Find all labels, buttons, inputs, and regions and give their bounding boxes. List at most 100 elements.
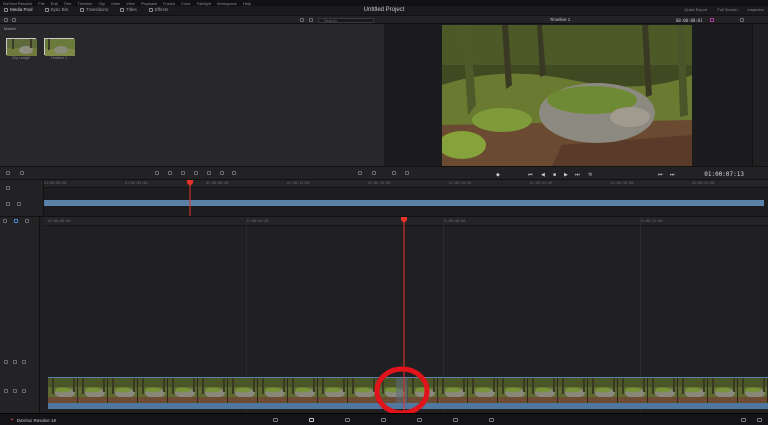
edit-tool-icon[interactable] — [155, 171, 159, 175]
viewer-frame[interactable] — [442, 25, 692, 166]
replace-clip-icon[interactable] — [220, 171, 224, 175]
quick-export-button[interactable]: Quick Export — [684, 7, 707, 12]
stop-icon[interactable]: ■ — [553, 172, 556, 178]
ruler-tick: 01:00:24:00 — [530, 181, 553, 185]
upper-timeline-controls — [0, 180, 44, 216]
media-page-icon[interactable] — [273, 418, 278, 422]
menu-timeline[interactable]: Timeline — [78, 1, 93, 6]
app-name: DaVinci Resolve 18 — [16, 417, 56, 423]
settings-icon[interactable] — [757, 418, 762, 422]
menu-help[interactable]: Help — [243, 1, 251, 6]
menu-edit[interactable]: Edit — [51, 1, 58, 6]
ruler-tick: 01:00:04:00 — [246, 219, 269, 223]
menu-workspace[interactable]: Workspace — [217, 1, 237, 6]
title-bar: Media Pool Sync Bin Transitions Titles E… — [0, 6, 768, 16]
viewer-options-icon[interactable] — [740, 18, 744, 22]
skip-start-icon[interactable]: ⏮ — [528, 172, 533, 178]
menu-mark[interactable]: Mark — [111, 1, 120, 6]
place-on-top-icon[interactable] — [232, 171, 236, 175]
insert-clip-icon[interactable] — [194, 171, 198, 175]
forest-thumbnail-icon — [7, 39, 37, 56]
menu-app[interactable]: DaVinci Resolve — [3, 1, 32, 6]
resolve-logo-icon: ✦ — [10, 417, 14, 422]
video-audio-icon[interactable] — [13, 389, 17, 393]
playhead-timecode: 01:00:07:13 — [704, 171, 744, 178]
upper-timeline[interactable]: 01:00:00:00 01:00:04:00 01:00:08:00 01:0… — [0, 180, 768, 216]
video-visibility-icon[interactable] — [22, 389, 26, 393]
loop-icon[interactable]: ⟲ — [588, 172, 592, 178]
forest-frame-icon — [442, 25, 692, 166]
full-screen-button[interactable]: Full Screen — [717, 7, 737, 12]
fit-icon[interactable] — [6, 202, 10, 206]
audio-icon[interactable] — [20, 171, 24, 175]
thumbnail-view-icon[interactable] — [309, 18, 313, 22]
menu-playback[interactable]: Playback — [141, 1, 157, 6]
go-to-previous-icon[interactable]: ⏮ — [658, 172, 663, 178]
app-brand: ✦ DaVinci Resolve 18 — [10, 417, 56, 423]
play-icon[interactable]: ▶ — [564, 172, 568, 178]
list-view-icon[interactable] — [4, 18, 8, 22]
previous-clip-icon[interactable]: ◆ — [496, 172, 500, 178]
deliver-page-icon[interactable] — [489, 418, 494, 422]
fusion-page-icon[interactable] — [381, 418, 386, 422]
audio-track-icon[interactable] — [13, 360, 17, 364]
lock-track-icon[interactable] — [4, 360, 8, 364]
play-reverse-icon[interactable]: ◀ — [541, 172, 545, 178]
ruler-tick: 01:00:08:00 — [206, 181, 229, 185]
upper-ruler[interactable]: 01:00:00:00 01:00:04:00 01:00:08:00 01:0… — [44, 180, 768, 188]
snap-toggle-icon[interactable] — [14, 219, 18, 223]
menu-trim[interactable]: Trim — [64, 1, 72, 6]
ruler-tick: 01:00:04:00 — [125, 181, 148, 185]
project-title: Untitled Project — [363, 7, 405, 13]
fairlight-page-icon[interactable] — [453, 418, 458, 422]
color-page-icon[interactable] — [417, 418, 422, 422]
zoom-out-icon[interactable] — [17, 202, 21, 206]
ruler-tick: 01:00:00:00 — [48, 219, 71, 223]
trim-tool-icon[interactable] — [168, 171, 172, 175]
clip-view-icon[interactable] — [6, 171, 10, 175]
upper-clip-track[interactable] — [44, 200, 764, 206]
bin-label: Master — [4, 26, 17, 31]
sort-icon[interactable] — [12, 18, 16, 22]
skip-end-icon[interactable]: ⏭ — [575, 172, 580, 178]
color-swatch-icon[interactable] — [710, 18, 714, 22]
timeline-thumbnail[interactable] — [44, 38, 75, 56]
snapping-icon[interactable] — [392, 171, 396, 175]
timeline-options-icon[interactable] — [3, 219, 7, 223]
overwrite-clip-icon[interactable] — [207, 171, 211, 175]
ruler-tick: 01:00:32:00 — [692, 181, 715, 185]
append-icon[interactable] — [358, 171, 362, 175]
home-icon[interactable] — [741, 418, 746, 422]
menu-fusion[interactable]: Fusion — [163, 1, 175, 6]
menu-fairlight[interactable]: Fairlight — [197, 1, 211, 6]
ruler-tick: 01:00:16:00 — [368, 181, 391, 185]
ruler-tick: 01:00:20:00 — [449, 181, 472, 185]
pool-toolbar: Search Timeline 1 00:00:00:01 — [0, 16, 768, 24]
search-input[interactable]: Search — [318, 17, 374, 23]
lower-timeline[interactable]: 01:00:00:00 01:00:04:00 01:00:08:00 01:0… — [0, 216, 768, 416]
upper-playhead[interactable] — [186, 180, 194, 216]
link-icon[interactable] — [405, 171, 409, 175]
track-height-icon[interactable] — [25, 219, 29, 223]
menu-file[interactable]: File — [38, 1, 44, 6]
go-to-next-icon[interactable]: ⏭ — [670, 172, 675, 178]
cut-page-icon[interactable] — [309, 418, 314, 422]
edit-page-icon[interactable] — [345, 418, 350, 422]
timeline-dropdown[interactable]: Timeline 1 — [530, 17, 590, 22]
blade-tool-icon[interactable] — [181, 171, 185, 175]
clip-name: Clip Length — [11, 56, 31, 60]
menu-color[interactable]: Color — [181, 1, 191, 6]
zoom-icon[interactable] — [6, 186, 10, 190]
grid-view-icon[interactable] — [300, 18, 304, 22]
track-visibility-icon[interactable] — [22, 360, 26, 364]
lock-video-icon[interactable] — [4, 389, 8, 393]
source-timecode: 00:00:00:01 — [676, 17, 703, 23]
timeline-name: Timeline 1 — [50, 56, 68, 60]
ruler-tick: 01:00:12:00 — [640, 219, 663, 223]
menu-view[interactable]: View — [126, 1, 135, 6]
ripple-icon[interactable] — [372, 171, 376, 175]
timeline-thumbnail-icon — [45, 39, 75, 56]
clip-thumbnail[interactable] — [6, 38, 37, 56]
inspector-button[interactable]: Inspector — [748, 7, 764, 12]
menu-clip[interactable]: Clip — [98, 1, 105, 6]
